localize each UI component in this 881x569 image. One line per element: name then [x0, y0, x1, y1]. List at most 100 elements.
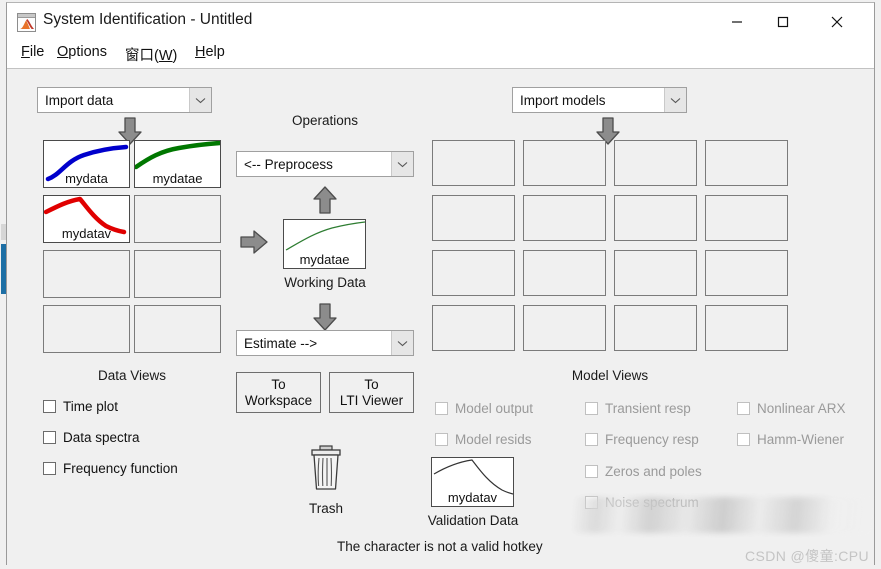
model-cell-empty[interactable]: [705, 140, 788, 186]
working-data-name: mydatae: [299, 252, 350, 267]
chevron-down-icon: [391, 152, 413, 176]
estimate-dropdown[interactable]: Estimate -->: [236, 330, 414, 356]
model-cell-empty[interactable]: [705, 195, 788, 241]
client-area: Import data mydata mydatae mydatav Data …: [1, 69, 874, 565]
maximize-button[interactable]: [760, 3, 806, 41]
checkbox-label: Hamm-Wiener: [757, 432, 845, 447]
checkbox-frequency-resp[interactable]: Frequency resp: [585, 432, 699, 447]
model-cell-empty[interactable]: [523, 250, 606, 296]
to-workspace-button[interactable]: To Workspace: [236, 372, 321, 413]
to-lti-viewer-button[interactable]: To LTI Viewer: [329, 372, 414, 413]
checkbox-box: [737, 433, 750, 446]
data-cell-label: mydatav: [61, 226, 112, 241]
menu-options[interactable]: Options: [57, 44, 107, 60]
chevron-down-icon: [189, 88, 211, 112]
validation-data-caption: Validation Data: [427, 513, 519, 528]
checkbox-noise-spectrum[interactable]: Noise spectrum: [585, 495, 699, 510]
menu-help[interactable]: Help: [195, 44, 225, 60]
checkbox-hamm-wiener[interactable]: Hamm-Wiener: [737, 432, 844, 447]
checkbox-frequency-function[interactable]: Frequency function: [43, 461, 178, 476]
menu-bar: File Options 窗口(W) Help: [7, 41, 874, 69]
checkbox-label: Zeros and poles: [605, 464, 702, 479]
data-cell-empty[interactable]: [134, 305, 221, 353]
checkbox-box: [43, 462, 56, 475]
checkbox-box: [435, 402, 448, 415]
app-root: System Identification - Untitled File Op…: [0, 0, 881, 569]
title-bar: System Identification - Untitled: [7, 3, 874, 43]
data-cell-empty[interactable]: [134, 195, 221, 243]
data-cell-mydatae[interactable]: mydatae: [134, 140, 221, 188]
import-data-dropdown[interactable]: Import data: [37, 87, 212, 113]
checkbox-time-plot[interactable]: Time plot: [43, 399, 118, 414]
model-cell-empty[interactable]: [614, 195, 697, 241]
window-title: System Identification - Untitled: [43, 11, 253, 28]
checkbox-label: Transient resp: [605, 401, 691, 416]
validation-data-icon[interactable]: mydatav: [431, 457, 514, 507]
checkbox-label: Model output: [455, 401, 534, 416]
watermark-text: CSDN @傻童:CPU: [745, 548, 870, 564]
checkbox-data-spectra[interactable]: Data spectra: [43, 430, 140, 445]
checkbox-box: [435, 433, 448, 446]
checkbox-label: Data spectra: [63, 430, 140, 445]
minimize-button[interactable]: [714, 3, 760, 41]
model-cell-empty[interactable]: [432, 195, 515, 241]
working-data-caption: Working Data: [284, 275, 366, 290]
validation-data-name: mydatav: [447, 490, 498, 505]
data-cell-label: mydata: [65, 171, 108, 186]
model-cell-empty[interactable]: [705, 305, 788, 351]
trash-button[interactable]: [307, 444, 345, 499]
data-cell-empty[interactable]: [43, 305, 130, 353]
close-button[interactable]: [814, 3, 860, 41]
scroll-artifact[interactable]: [1, 244, 6, 294]
checkbox-model-output[interactable]: Model output: [435, 401, 533, 416]
estimate-value: Estimate -->: [244, 335, 318, 351]
status-message: The character is not a valid hotkey: [337, 539, 543, 554]
trash-icon: [311, 445, 341, 490]
checkbox-box: [585, 465, 598, 478]
checkbox-model-resids[interactable]: Model resids: [435, 432, 532, 447]
preprocess-dropdown[interactable]: <-- Preprocess: [236, 151, 414, 177]
model-cell-empty[interactable]: [432, 140, 515, 186]
checkbox-nonlinear-arx[interactable]: Nonlinear ARX: [737, 401, 846, 416]
checkbox-transient-resp[interactable]: Transient resp: [585, 401, 691, 416]
model-cell-empty[interactable]: [705, 250, 788, 296]
checkbox-box: [585, 496, 598, 509]
checkbox-label: Time plot: [63, 399, 119, 414]
checkbox-box: [585, 433, 598, 446]
model-cell-empty[interactable]: [523, 305, 606, 351]
matlab-icon: [17, 13, 36, 32]
menu-file[interactable]: File: [21, 44, 44, 60]
import-data-value: Import data: [45, 92, 114, 108]
data-cell-label: mydatae: [152, 171, 203, 186]
to-lti-line2: LTI Viewer: [339, 392, 404, 408]
checkbox-box: [43, 431, 56, 444]
model-cell-empty[interactable]: [614, 140, 697, 186]
model-cell-empty[interactable]: [614, 305, 697, 351]
arrow-right-working-data-icon: [240, 229, 268, 260]
model-cell-empty[interactable]: [432, 250, 515, 296]
scroll-artifact-top: [1, 224, 6, 240]
model-cell-empty[interactable]: [523, 195, 606, 241]
data-views-label: Data Views: [97, 368, 167, 383]
model-cell-empty[interactable]: [614, 250, 697, 296]
data-cell-empty[interactable]: [43, 250, 130, 298]
model-cell-empty[interactable]: [432, 305, 515, 351]
checkbox-label: Frequency resp: [605, 432, 699, 447]
checkbox-zeros-and-poles[interactable]: Zeros and poles: [585, 464, 702, 479]
checkbox-label: Noise spectrum: [605, 495, 699, 510]
menu-window[interactable]: 窗口(W): [125, 44, 177, 65]
window-frame: System Identification - Untitled File Op…: [1, 2, 875, 565]
working-data-icon[interactable]: mydatae: [283, 219, 366, 269]
import-models-dropdown[interactable]: Import models: [512, 87, 687, 113]
checkbox-label: Frequency function: [63, 461, 178, 476]
data-cell-mydata[interactable]: mydata: [43, 140, 130, 188]
chevron-down-icon: [664, 88, 686, 112]
to-lti-line1: To: [364, 376, 379, 392]
data-cell-mydatav[interactable]: mydatav: [43, 195, 130, 243]
to-workspace-line2: Workspace: [244, 392, 313, 408]
model-views-label: Model Views: [571, 368, 649, 383]
to-workspace-line1: To: [271, 376, 286, 392]
data-cell-empty[interactable]: [134, 250, 221, 298]
checkbox-label: Nonlinear ARX: [757, 401, 846, 416]
model-cell-empty[interactable]: [523, 140, 606, 186]
